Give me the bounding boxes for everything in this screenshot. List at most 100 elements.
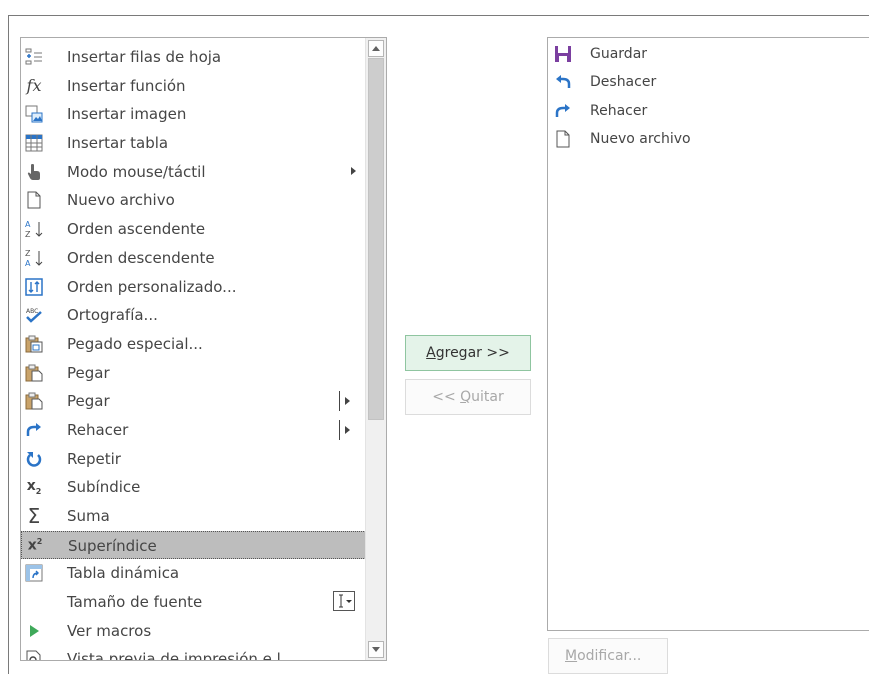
scroll-up-button[interactable] [368,40,384,57]
command-item-label: Pegar [67,363,110,382]
command-item-label: Ver macros [67,621,152,640]
toolbar-command-label: Nuevo archivo [590,131,691,148]
available-commands-items: Insertar filas de hoja fx Insertar función… [21,43,366,661]
redo-icon [553,101,573,121]
command-item-label: Rehacer [67,420,129,439]
redo-icon [24,420,44,440]
insert-rows-icon [24,47,44,67]
command-item-label: Tabla dinámica [67,564,180,583]
command-item-label: Modo mouse/táctil [67,162,206,181]
command-item-label: Orden ascendente [67,220,206,239]
font-size-icon [24,592,44,612]
split-menu-arrow-icon [339,419,354,440]
modify-button-label: odificar... [577,648,642,664]
print-preview-icon [24,649,44,660]
command-item-label: Tamaño de fuente [67,593,203,612]
insert-table-icon [24,133,44,153]
sort-descending-icon: ZA [24,248,44,268]
command-item[interactable]: Insertar filas de hoja [21,43,366,72]
modify-button-accesskey: M [565,648,578,664]
function-icon: fx [26,76,42,96]
command-item-label: Superíndice [68,536,157,555]
command-item-label: Insertar imagen [67,105,187,124]
command-item-label: Nuevo archivo [67,191,175,210]
quick-access-customize-panel: Insertar filas de hoja fx Insertar función… [0,0,869,674]
repeat-icon [24,449,44,469]
paste-icon [24,363,44,383]
command-item-label: Pegar [67,392,110,411]
command-item[interactable]: x2 Superíndice [21,530,366,560]
command-item[interactable]: Insertar tabla [21,129,366,158]
new-file-icon [553,129,573,149]
list-scrollbar[interactable] [365,38,386,660]
svg-text:Z: Z [25,249,31,258]
toolbar-command-label: Rehacer [590,102,648,119]
command-item-label: Subíndice [67,478,141,497]
superscript-icon: x2 [27,537,43,555]
command-item[interactable]: Orden personalizado... [21,273,366,302]
command-item-label: Ortografía... [67,306,158,325]
toolbar-command-label: Deshacer [590,74,657,91]
new-file-icon [24,190,44,210]
svg-text:Z: Z [25,230,31,239]
command-item[interactable]: ABC Ortografía... [21,301,366,330]
touch-mode-icon [24,162,44,182]
command-item-label: Repetir [67,449,121,468]
command-item[interactable]: Σ Suma [21,502,366,531]
command-item[interactable]: Pegar [21,387,366,416]
remove-button-suffix: uitar [471,389,504,405]
sort-ascending-icon: AZ [24,219,44,239]
paste-special-icon [24,334,44,354]
toolbar-command-label: Guardar [590,46,648,62]
command-item[interactable]: Z A Orden descendente [21,244,366,273]
remove-button-prefix: << [432,389,461,405]
scroll-thumb[interactable] [368,58,384,420]
command-item-label: Insertar tabla [67,134,169,153]
command-item[interactable]: Tabla dinámica [21,559,366,588]
command-item[interactable]: x2 Subíndice [21,473,366,502]
available-commands-list[interactable]: Insertar filas de hoja fx Insertar función… [20,37,387,661]
command-item-label: Insertar función [67,76,186,95]
command-item-label: Suma [67,507,110,525]
scroll-down-button[interactable] [368,641,384,658]
remove-button[interactable]: << Quitar [405,379,531,415]
command-item[interactable]: Pegado especial... [21,330,366,359]
add-button-accesskey: A [426,345,436,361]
custom-sort-icon [24,277,44,297]
pivot-table-icon [24,563,44,583]
add-button[interactable]: Agregar >> [405,335,531,371]
insert-image-icon [24,104,44,124]
command-item[interactable]: Tamaño de fuente [21,588,366,617]
command-item[interactable]: Repetir [21,445,366,474]
font-size-dropdown-icon [333,591,355,612]
command-item[interactable]: Rehacer [21,416,366,445]
command-item[interactable]: Ver macros [21,617,366,646]
command-item[interactable]: Nuevo archivo [21,186,366,215]
command-item-label: Insertar filas de hoja [67,48,222,66]
sum-icon: Σ [27,504,41,528]
macro-play-icon [24,621,44,641]
command-item[interactable]: fx Insertar función [21,72,366,101]
command-item[interactable]: A Z Orden ascendente [21,215,366,244]
command-item-label: Vista previa de impresión e l... [67,650,296,661]
save-icon [553,44,573,64]
svg-text:ABC: ABC [26,308,38,315]
command-item-label: Orden descendente [67,248,215,267]
undo-icon [553,72,573,92]
svg-text:A: A [25,220,31,229]
submenu-arrow-icon [351,166,356,175]
subscript-icon: x2 [26,478,42,497]
command-item[interactable]: Insertar imagen [21,100,366,129]
command-item-label: Pegado especial... [67,334,203,353]
command-item-label: Orden personalizado... [67,277,237,296]
quick-access-toolbar-list[interactable]: Guardar Deshacer Rehacer Nuevo archivo [547,37,869,631]
modify-button[interactable]: Modificar... [548,638,668,674]
paste-icon [24,391,44,411]
command-item[interactable]: Pegar [21,359,366,388]
command-item[interactable]: Modo mouse/táctil [21,158,366,187]
split-menu-arrow-icon [339,391,354,412]
remove-button-accesskey: Q [460,389,472,405]
add-button-label: gregar >> [435,345,510,361]
spelling-icon: ABC [24,305,44,325]
command-item[interactable]: Vista previa de impresión e l... [21,645,366,661]
